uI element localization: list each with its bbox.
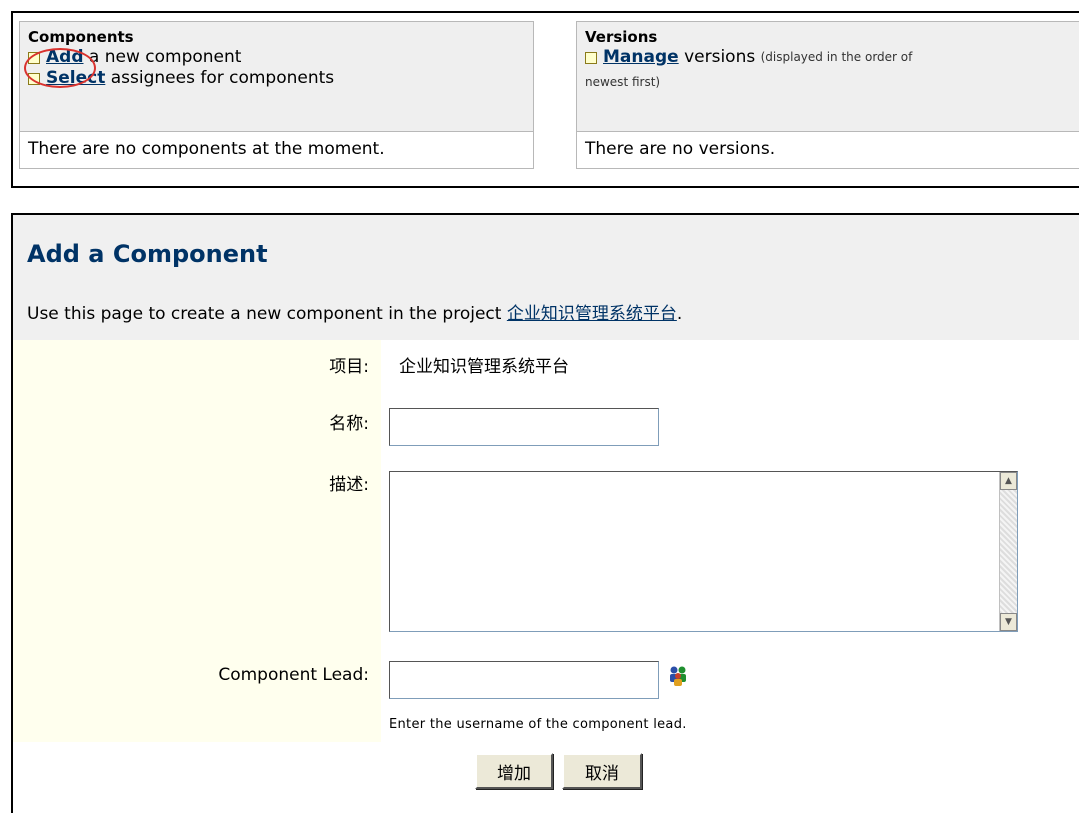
components-panel-header: Components Add a new component Select as… xyxy=(20,22,533,132)
components-empty-message: There are no components at the moment. xyxy=(28,139,385,159)
versions-panel: Versions Manage versions (displayed in t… xyxy=(576,21,1079,169)
square-bullet-icon xyxy=(585,51,597,64)
components-title: Components xyxy=(28,28,134,46)
manage-versions-text: versions xyxy=(678,47,761,67)
name-input[interactable] xyxy=(389,408,659,446)
components-panel: Components Add a new component Select as… xyxy=(19,21,534,169)
scroll-track[interactable] xyxy=(1000,490,1017,613)
versions-title: Versions xyxy=(585,28,658,46)
select-assignees-row: Select assignees for components xyxy=(28,68,525,89)
versions-empty-message: There are no versions. xyxy=(585,139,776,159)
component-lead-label: Component Lead: xyxy=(218,665,369,685)
form-header: Add a Component Use this page to create … xyxy=(13,215,1079,340)
form-description: Use this page to create a new component … xyxy=(27,299,682,324)
component-lead-hint: Enter the username of the component lead… xyxy=(389,717,687,732)
select-assignees-text: assignees for components xyxy=(105,68,335,88)
scroll-up-icon[interactable]: ▲ xyxy=(1000,472,1017,490)
component-lead-input[interactable] xyxy=(389,661,659,699)
scroll-down-icon[interactable]: ▼ xyxy=(1000,613,1017,631)
manage-versions-link[interactable]: Manage xyxy=(603,47,679,68)
description-suffix: . xyxy=(676,304,683,324)
project-value: 企业知识管理系统平台 xyxy=(399,357,569,377)
project-link[interactable]: 企业知识管理系统平台 xyxy=(507,304,677,324)
highlight-circle xyxy=(24,48,96,88)
cancel-button[interactable]: 取消 xyxy=(562,753,642,789)
description-prefix: Use this page to create a new component … xyxy=(27,304,507,324)
add-button[interactable]: 增加 xyxy=(475,753,553,789)
page-title: Add a Component xyxy=(27,240,268,268)
manage-versions-note-row: newest first) xyxy=(585,72,1079,93)
description-textarea[interactable]: ▲ ▼ xyxy=(389,471,1018,632)
user-picker-icon[interactable] xyxy=(668,665,688,687)
manage-versions-row: Manage versions (displayed in the order … xyxy=(585,47,1079,68)
manage-versions-note-cont: newest first) xyxy=(585,75,661,89)
add-component-row: Add a new component xyxy=(28,47,525,68)
add-component-frame: Add a Component Use this page to create … xyxy=(11,213,1079,813)
project-summary-frame: Components Add a new component Select as… xyxy=(11,11,1079,188)
description-label: 描述: xyxy=(329,475,369,495)
name-label: 名称: xyxy=(329,414,369,434)
manage-versions-note: (displayed in the order of xyxy=(760,50,913,64)
versions-panel-header: Versions Manage versions (displayed in t… xyxy=(577,22,1079,132)
add-component-text: a new component xyxy=(83,47,242,67)
project-label: 项目: xyxy=(329,357,369,377)
textarea-scrollbar[interactable]: ▲ ▼ xyxy=(999,472,1017,631)
